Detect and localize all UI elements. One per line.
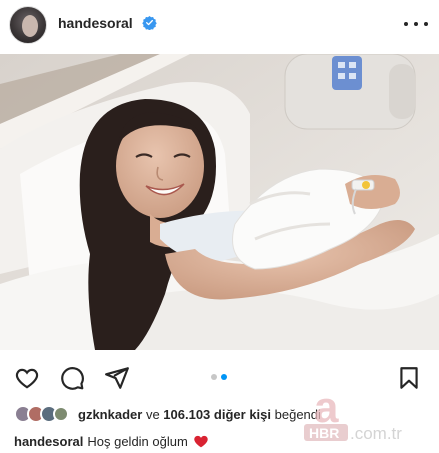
caption-text: Hoş geldin oğlum [87, 433, 188, 449]
red-heart-icon [194, 435, 208, 448]
caption-username[interactable]: handesoral [14, 434, 83, 449]
avatar-face [22, 15, 38, 37]
post-photo[interactable] [0, 54, 439, 350]
likes-count[interactable]: 106.103 [163, 407, 210, 422]
likes-action: beğendi [274, 406, 321, 422]
comment-icon[interactable] [59, 365, 85, 391]
username[interactable]: handesoral [58, 15, 133, 31]
carousel-dot [211, 374, 217, 380]
carousel-indicator [211, 374, 227, 380]
likes-connector: ve [145, 406, 160, 422]
watermark-brand: HBR [309, 425, 339, 441]
carousel-dot-active [221, 374, 227, 380]
likes-summary[interactable]: gzknkader ve 106.103 diğer kişi beğendi [14, 404, 321, 424]
bookmark-icon[interactable] [396, 365, 422, 391]
post-header: handesoral [0, 0, 439, 50]
watermark-domain: .com.tr [350, 424, 402, 443]
avatar[interactable] [9, 6, 47, 44]
send-icon[interactable] [104, 365, 130, 391]
liker-avatar [53, 406, 69, 422]
verified-badge-icon [142, 15, 157, 30]
likes-others-suffix[interactable]: diğer kişi [214, 407, 271, 422]
heart-outline-icon[interactable] [14, 365, 40, 391]
first-liker-username[interactable]: gzknkader [78, 407, 142, 422]
liker-avatars [14, 404, 70, 424]
more-options-icon[interactable] [404, 14, 428, 34]
post-photo-illustration [0, 54, 439, 350]
likes-text: gzknkader ve 106.103 diğer kişi beğendi [78, 407, 321, 422]
caption: handesoral Hoş geldin oğlum [14, 432, 209, 450]
